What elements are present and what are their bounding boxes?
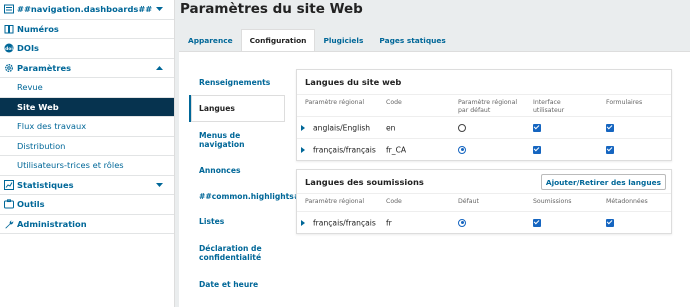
doi-icon: doi bbox=[4, 43, 14, 53]
subnav-langues[interactable]: Langues bbox=[189, 95, 285, 122]
sidebar-item-administration[interactable]: Administration bbox=[0, 215, 174, 234]
card-header: Langues des soumissions Ajouter/Retirer … bbox=[297, 170, 671, 193]
sidebar-item-label: Statistiques bbox=[17, 179, 74, 190]
sidebar-item-label: Distribution bbox=[17, 140, 66, 151]
column-header: Soumissions bbox=[533, 198, 572, 205]
list-icon bbox=[4, 4, 14, 14]
page-title: Paramètres du site Web bbox=[180, 1, 363, 17]
sidebar-item-site-web[interactable]: Site Web bbox=[0, 97, 174, 117]
column-header: Code bbox=[386, 99, 402, 106]
chevron-down-icon[interactable] bbox=[155, 180, 164, 189]
column-header: Interface utilisateur bbox=[533, 99, 565, 114]
gear-icon bbox=[4, 63, 14, 73]
subnav-highlights[interactable]: ##common.highlights## bbox=[189, 183, 307, 209]
sidebar-item-numeros[interactable]: Numéros bbox=[0, 20, 174, 39]
sidebar-item-dois[interactable]: doi DOIs bbox=[0, 39, 174, 59]
wrench-icon bbox=[4, 219, 14, 229]
book-icon bbox=[4, 24, 14, 34]
subnav-listes[interactable]: Listes bbox=[189, 209, 285, 234]
sidebar-item-label: Administration bbox=[17, 218, 87, 229]
column-header: Défaut bbox=[458, 198, 479, 205]
chevron-down-icon[interactable] bbox=[155, 5, 164, 14]
table-row: français/français fr bbox=[297, 211, 671, 233]
locale-code: fr_CA bbox=[386, 145, 407, 154]
expand-icon[interactable] bbox=[301, 146, 305, 153]
card-title: Langues du site web bbox=[305, 77, 402, 87]
sidebar-item-label: Revue bbox=[17, 82, 43, 93]
metadata-checkbox[interactable] bbox=[606, 218, 614, 227]
locale-code: fr bbox=[386, 218, 392, 227]
sidebar-item-label: Site Web bbox=[17, 101, 59, 112]
tools-icon bbox=[4, 199, 14, 209]
table-header: Paramètre régional Code Défaut Soumissio… bbox=[297, 193, 671, 211]
default-locale-radio[interactable] bbox=[458, 123, 466, 132]
sidebar-item-label: DOIs bbox=[17, 43, 39, 54]
expand-icon[interactable] bbox=[301, 124, 305, 131]
column-header: Formulaires bbox=[606, 99, 643, 106]
sidebar-item-label: Numéros bbox=[17, 23, 59, 34]
tab-apparence[interactable]: Apparence bbox=[180, 29, 241, 51]
locale-code: en bbox=[386, 123, 396, 132]
sidebar: ##navigation.dashboards## Numéros doi DO… bbox=[0, 0, 175, 307]
sidebar-item-label: ##navigation.dashboards## bbox=[17, 4, 153, 15]
sidebar-item-label: Flux des travaux bbox=[17, 121, 87, 132]
sidebar-item-label: Outils bbox=[17, 199, 45, 210]
column-header: Paramètre régional par défaut bbox=[458, 99, 518, 114]
svg-text:doi: doi bbox=[5, 46, 13, 52]
chart-icon bbox=[4, 179, 14, 190]
ui-checkbox[interactable] bbox=[533, 123, 541, 132]
locale-name: français/français bbox=[313, 145, 376, 154]
subnav-annonces[interactable]: Annonces bbox=[189, 158, 285, 183]
sidebar-item-statistiques[interactable]: Statistiques bbox=[0, 176, 174, 195]
table-header: Paramètre régional Code Paramètre région… bbox=[297, 94, 671, 116]
table-row: français/français fr_CA bbox=[297, 138, 671, 160]
add-remove-languages-button[interactable]: Ajouter/Retirer des langues bbox=[540, 174, 666, 190]
subnav-menus-navigation[interactable]: Menus de navigation bbox=[189, 122, 285, 158]
tab-configuration[interactable]: Configuration bbox=[240, 29, 316, 51]
sidebar-item-utilisateurs[interactable]: Utilisateurs-trices et rôles bbox=[0, 156, 174, 176]
forms-checkbox[interactable] bbox=[606, 145, 614, 154]
subnav-date-heure[interactable]: Date et heure bbox=[189, 272, 285, 296]
subnav-confidentialite[interactable]: Déclaration de confidentialité bbox=[189, 234, 285, 272]
column-header: Métadonnées bbox=[606, 198, 648, 205]
sidebar-item-parametres[interactable]: Paramètres bbox=[0, 59, 174, 78]
default-locale-radio[interactable] bbox=[458, 145, 466, 154]
card-title: Langues des soumissions bbox=[305, 176, 424, 187]
sidebar-item-revue[interactable]: Revue bbox=[0, 78, 174, 98]
ui-checkbox[interactable] bbox=[533, 145, 541, 154]
settings-subnav: Renseignements Langues Menus de navigati… bbox=[189, 69, 307, 296]
sidebar-item-dashboards[interactable]: ##navigation.dashboards## bbox=[0, 0, 174, 20]
tab-bar: Apparence Configuration Plugiciels Pages… bbox=[180, 29, 454, 51]
main-content: Paramètres du site Web Apparence Configu… bbox=[176, 0, 690, 307]
sidebar-item-label: Utilisateurs-trices et rôles bbox=[17, 160, 124, 171]
submission-languages-card: Langues des soumissions Ajouter/Retirer … bbox=[296, 169, 672, 234]
default-locale-radio[interactable] bbox=[458, 218, 466, 227]
column-header: Paramètre régional bbox=[305, 198, 365, 205]
forms-checkbox[interactable] bbox=[606, 123, 614, 132]
expand-icon[interactable] bbox=[301, 219, 305, 226]
locale-name: anglais/English bbox=[313, 123, 371, 132]
tab-pages-statiques[interactable]: Pages statiques bbox=[371, 29, 453, 51]
table-row: anglais/English en bbox=[297, 116, 671, 138]
locale-name: français/français bbox=[313, 218, 376, 227]
column-header: Paramètre régional bbox=[305, 99, 365, 106]
chevron-up-icon[interactable] bbox=[155, 63, 164, 72]
site-languages-card: Langues du site web Paramètre régional C… bbox=[296, 69, 672, 161]
sidebar-item-label: Paramètres bbox=[17, 62, 72, 73]
subnav-renseignements[interactable]: Renseignements bbox=[189, 69, 285, 95]
tab-plugiciels[interactable]: Plugiciels bbox=[315, 29, 371, 51]
sidebar-item-flux-des-travaux[interactable]: Flux des travaux bbox=[0, 117, 174, 137]
sidebar-item-outils[interactable]: Outils bbox=[0, 195, 174, 215]
sidebar-item-distribution[interactable]: Distribution bbox=[0, 137, 174, 156]
submissions-checkbox[interactable] bbox=[533, 218, 541, 227]
column-header: Code bbox=[386, 198, 402, 205]
